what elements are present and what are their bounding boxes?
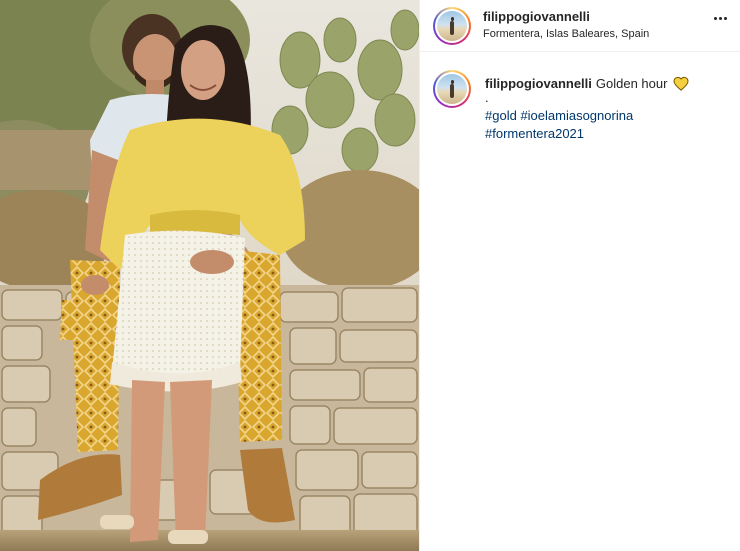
avatar-figure-head [451,16,454,21]
avatar-image [437,10,467,41]
header-text: filippogiovannelli Formentera, Islas Bal… [483,9,649,42]
avatar-image [437,74,467,104]
post-photo[interactable] [0,0,419,551]
couple-photo-image [0,0,419,551]
more-dot [718,16,722,20]
avatar-frame [435,8,469,43]
caption-text-block: filippogiovannelli Golden hour . #gold #i… [485,75,689,143]
hashtag-link-formentera2021[interactable]: #formentera2021 [485,126,584,141]
caption-comment: filippogiovannelli Golden hour . #gold #i… [433,70,733,143]
hashtag-link-gold[interactable]: #gold [485,108,517,123]
avatar-figure-body [450,20,454,35]
caption-first-line: filippogiovannelli Golden hour [485,75,689,93]
caption-username-link[interactable]: filippogiovannelli [485,76,592,91]
caption-text: Golden hour [595,76,668,91]
yellow-heart-icon [673,76,689,91]
instagram-post: filippogiovannelli Formentera, Islas Bal… [0,0,740,551]
avatar-figure-body [450,84,454,98]
hashtag-line: #gold #ioelamiasognorina [485,107,689,125]
caption-avatar[interactable] [433,70,471,108]
username-link[interactable]: filippogiovannelli [483,9,649,25]
more-dot [713,16,717,20]
hashtag-link-ioelamiasognorina[interactable]: #ioelamiasognorina [520,108,633,123]
post-header: filippogiovannelli Formentera, Islas Bal… [420,0,740,52]
profile-avatar[interactable] [433,6,471,45]
hashtag-line: #formentera2021 [485,125,689,143]
post-sidebar: filippogiovannelli Formentera, Islas Bal… [419,0,740,551]
more-dot [723,16,727,20]
caption-separator: . [485,90,489,105]
location-link[interactable]: Formentera, Islas Baleares, Spain [483,26,649,42]
avatar-frame [435,72,469,106]
more-options-icon[interactable] [709,10,731,26]
